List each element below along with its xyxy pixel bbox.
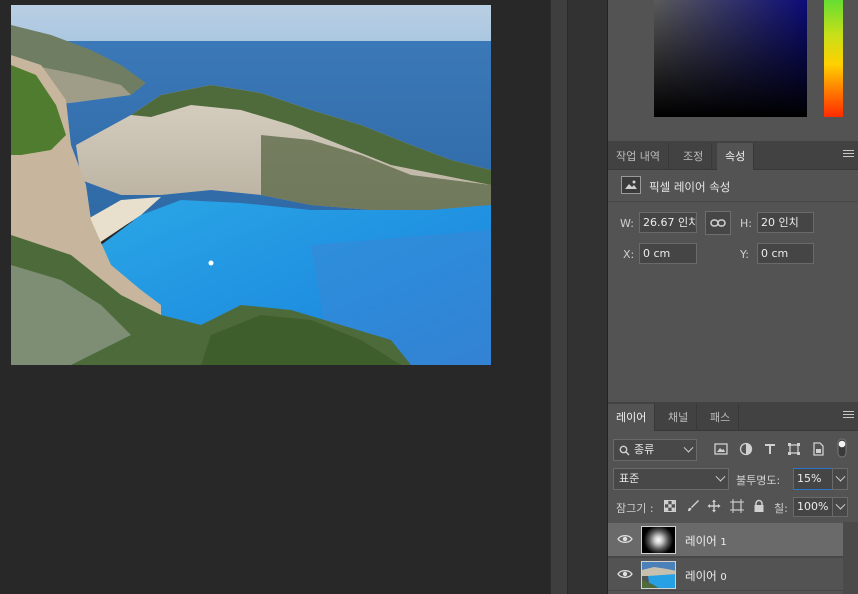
filter-adjustment-icon[interactable]	[739, 442, 753, 456]
layers-tab-bar: 레이어 채널 패스	[608, 402, 858, 431]
eye-icon[interactable]	[617, 568, 633, 580]
layer-filter-dropdown[interactable]: 종류	[613, 439, 697, 461]
height-label: H:	[740, 217, 752, 230]
lock-transparent-icon[interactable]	[664, 500, 676, 512]
tab-adjustments[interactable]: 조정	[675, 143, 713, 170]
filter-type-icon[interactable]	[763, 442, 777, 456]
layer-row-1[interactable]: 레이어 1	[608, 523, 843, 557]
filter-smart-object-icon[interactable]	[811, 442, 825, 456]
tab-properties[interactable]: 속성	[717, 143, 755, 170]
document-canvas[interactable]	[0, 0, 550, 594]
lock-move-icon[interactable]	[707, 499, 721, 513]
fill-field[interactable]: 100%	[793, 497, 833, 517]
lock-artboard-icon[interactable]	[730, 499, 744, 513]
opacity-label: 불투명도:	[736, 474, 781, 487]
right-panel-dock: 작업 내역 조정 속성 픽셀 레이어 속성 W: 26.67 인치 H: 20 …	[608, 0, 858, 594]
photo-canvas-image[interactable]	[11, 5, 491, 365]
eye-icon[interactable]	[617, 533, 633, 545]
blend-mode-value: 표준	[619, 472, 640, 485]
width-field[interactable]: 26.67 인치	[639, 212, 697, 233]
pixel-layer-icon	[621, 176, 641, 194]
lock-label: 잠그기 :	[616, 502, 654, 515]
filter-shape-icon[interactable]	[787, 442, 801, 456]
beach-cove-photo	[11, 5, 491, 365]
lock-brush-icon[interactable]	[686, 499, 700, 513]
x-field[interactable]: 0 cm	[639, 243, 697, 264]
tab-channels[interactable]: 채널	[660, 404, 698, 431]
fill-dropdown-arrow[interactable]	[832, 497, 848, 517]
lock-all-icon[interactable]	[752, 499, 766, 513]
tab-paths[interactable]: 패스	[702, 404, 740, 431]
color-picker-panel	[608, 0, 858, 141]
collapsed-panel-strip	[567, 0, 608, 594]
panel-dock-gutter	[550, 0, 567, 594]
x-label: X:	[623, 248, 635, 261]
filter-image-icon[interactable]	[714, 442, 728, 456]
menu-icon[interactable]	[843, 150, 854, 159]
layers-menu-icon[interactable]	[843, 411, 854, 420]
width-label: W:	[620, 217, 634, 230]
search-icon	[619, 445, 630, 456]
layers-scrollbar[interactable]	[843, 522, 858, 594]
tab-history[interactable]: 작업 내역	[608, 143, 669, 170]
properties-tab-bar: 작업 내역 조정 속성	[608, 141, 858, 170]
link-icon[interactable]	[705, 211, 731, 235]
y-field[interactable]: 0 cm	[757, 243, 814, 264]
layer-row-0[interactable]: 레이어 0	[608, 557, 843, 591]
properties-header: 픽셀 레이어 속성	[608, 170, 858, 202]
properties-title: 픽셀 레이어 속성	[649, 180, 731, 194]
opacity-dropdown-arrow[interactable]	[832, 468, 848, 490]
height-field[interactable]: 20 인치	[757, 212, 814, 233]
fill-label: 칠:	[774, 502, 788, 515]
layer-1-thumbnail[interactable]	[641, 526, 676, 554]
layer-0-thumbnail[interactable]	[641, 561, 676, 589]
blend-mode-dropdown[interactable]: 표준	[613, 468, 729, 490]
layer-0-name[interactable]: 레이어 0	[685, 568, 727, 584]
tab-layers[interactable]: 레이어	[608, 404, 656, 431]
hue-slider[interactable]	[824, 0, 843, 117]
y-label: Y:	[740, 248, 749, 261]
opacity-field[interactable]: 15%	[793, 468, 833, 490]
layer-1-name[interactable]: 레이어 1	[685, 533, 727, 549]
filter-toggle-icon[interactable]	[837, 438, 847, 458]
layer-filter-value: 종류	[634, 443, 655, 456]
color-saturation-field[interactable]	[654, 0, 807, 117]
